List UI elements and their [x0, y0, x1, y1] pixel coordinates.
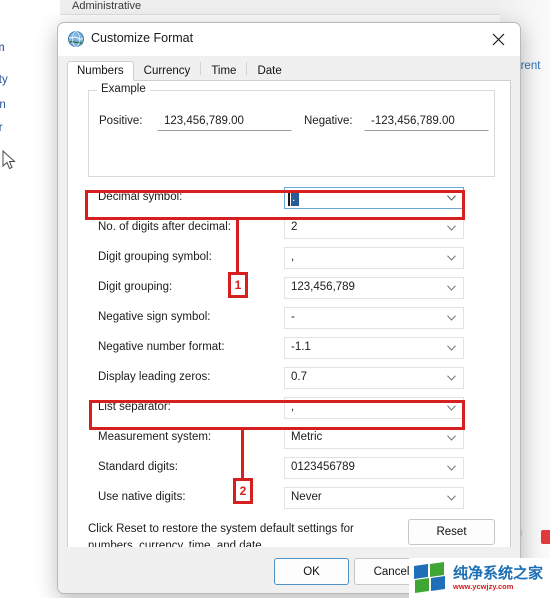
tab-date[interactable]: Date [247, 61, 291, 81]
ok-button[interactable]: OK [274, 558, 349, 585]
label-negative-number-format: Negative number format: [98, 341, 225, 353]
globe-icon [68, 31, 84, 47]
label-decimal-symbol: Decimal symbol: [98, 191, 183, 203]
positive-example-field: 123,456,789.00 [157, 110, 292, 131]
background-red-chip [541, 530, 550, 544]
watermark-logo-icon [414, 562, 448, 593]
label-standard-digits: Standard digits: [98, 461, 178, 473]
combo-digits-after-decimal[interactable]: 2 [284, 217, 464, 239]
chevron-down-icon[interactable] [447, 195, 456, 201]
bg-left-item-2: tern [0, 99, 6, 111]
combo-decimal-symbol-value: . [291, 190, 299, 206]
combo-display-leading-zeros[interactable]: 0.7 [284, 367, 464, 389]
combo-use-native-digits-value: Never [291, 491, 322, 503]
combo-standard-digits-value: 0123456789 [291, 461, 355, 473]
negative-example-field: -123,456,789.00 [364, 110, 489, 131]
bg-left-item-0: lom [0, 42, 5, 54]
watermark: 纯净系统之家 www.ycwjzy.com [409, 558, 550, 598]
combo-list-separator[interactable]: , [284, 397, 464, 419]
background-window-tabstrip: Administrative [60, 0, 500, 15]
row-list-separator: List separator: , [68, 395, 510, 425]
label-digit-grouping: Digit grouping: [98, 281, 173, 293]
label-display-leading-zeros: Display leading zeros: [98, 371, 211, 383]
combo-negative-sign-symbol[interactable]: - [284, 307, 464, 329]
combo-digit-grouping-symbol[interactable]: , [284, 247, 464, 269]
row-digits-after-decimal: No. of digits after decimal: 2 [68, 215, 510, 245]
chevron-down-icon[interactable] [447, 435, 456, 441]
mouse-cursor-icon [2, 150, 16, 170]
chevron-down-icon[interactable] [447, 315, 456, 321]
label-use-native-digits: Use native digits: [98, 491, 186, 503]
row-negative-number-format: Negative number format: -1.1 [68, 335, 510, 365]
label-measurement-system: Measurement system: [98, 431, 212, 443]
close-icon [492, 33, 504, 45]
tab-currency[interactable]: Currency [134, 61, 201, 81]
negative-label: Negative: [304, 115, 353, 127]
dialog-titlebar: Customize Format [58, 23, 520, 57]
label-negative-sign-symbol: Negative sign symbol: [98, 311, 211, 323]
combo-negative-number-format-value: -1.1 [291, 341, 311, 353]
chevron-down-icon[interactable] [447, 465, 456, 471]
example-group-title: Example [97, 83, 150, 95]
background-left-panel: lom urity tern our d on [0, 0, 61, 598]
label-list-separator: List separator: [98, 401, 171, 413]
combo-standard-digits[interactable]: 0123456789 [284, 457, 464, 479]
combo-digit-grouping[interactable]: 123,456,789 [284, 277, 464, 299]
combo-measurement-system-value: Metric [291, 431, 323, 443]
combo-measurement-system[interactable]: Metric [284, 427, 464, 449]
chevron-down-icon[interactable] [447, 375, 456, 381]
chevron-down-icon[interactable] [447, 285, 456, 291]
combo-digit-grouping-value: 123,456,789 [291, 281, 355, 293]
label-digit-grouping-symbol: Digit grouping symbol: [98, 251, 212, 263]
row-negative-sign-symbol: Negative sign symbol: - [68, 305, 510, 335]
customize-format-dialog: Customize Format Numbers Currency Time D… [57, 22, 521, 594]
chevron-down-icon[interactable] [447, 225, 456, 231]
chevron-down-icon[interactable] [447, 495, 456, 501]
reset-button[interactable]: Reset [408, 519, 495, 545]
text-caret [288, 190, 290, 206]
close-button[interactable] [476, 23, 520, 55]
combo-digits-after-decimal-value: 2 [291, 221, 298, 233]
watermark-name: 纯净系统之家 [453, 564, 544, 582]
combo-list-separator-value: , [291, 401, 295, 413]
dialog-title: Customize Format [91, 31, 194, 45]
row-measurement-system: Measurement system: Metric [68, 425, 510, 455]
dialog-tabstrip: Numbers Currency Time Date [58, 57, 520, 81]
numbers-tab-panel: Example Positive: 123,456,789.00 Negativ… [67, 80, 511, 567]
combo-use-native-digits[interactable]: Never [284, 487, 464, 509]
label-digits-after-decimal: No. of digits after decimal: [98, 221, 231, 233]
bg-left-item-1: urity [0, 74, 8, 86]
chevron-down-icon[interactable] [447, 405, 456, 411]
combo-display-leading-zeros-value: 0.7 [291, 371, 307, 383]
combo-negative-sign-symbol-value: - [291, 311, 295, 323]
chevron-down-icon[interactable] [447, 345, 456, 351]
row-display-leading-zeros: Display leading zeros: 0.7 [68, 365, 510, 395]
combo-decimal-symbol[interactable]: . [284, 187, 464, 209]
tab-numbers[interactable]: Numbers [67, 61, 134, 81]
positive-label: Positive: [99, 115, 143, 127]
tab-time[interactable]: Time [201, 61, 246, 81]
combo-digit-grouping-symbol-value: , [291, 251, 295, 263]
row-digit-grouping-symbol: Digit grouping symbol: , [68, 245, 510, 275]
background-tab-administrative[interactable]: Administrative [72, 0, 141, 12]
chevron-down-icon[interactable] [447, 255, 456, 261]
watermark-url: www.ycwjzy.com [453, 581, 514, 591]
row-decimal-symbol: Decimal symbol: . [68, 185, 510, 215]
combo-negative-number-format[interactable]: -1.1 [284, 337, 464, 359]
example-group: Example Positive: 123,456,789.00 Negativ… [88, 83, 495, 177]
row-standard-digits: Standard digits: 0123456789 [68, 455, 510, 485]
row-use-native-digits: Use native digits: Never [68, 485, 510, 515]
bg-left-item-3: our [0, 122, 3, 134]
row-digit-grouping: Digit grouping: 123,456,789 [68, 275, 510, 305]
